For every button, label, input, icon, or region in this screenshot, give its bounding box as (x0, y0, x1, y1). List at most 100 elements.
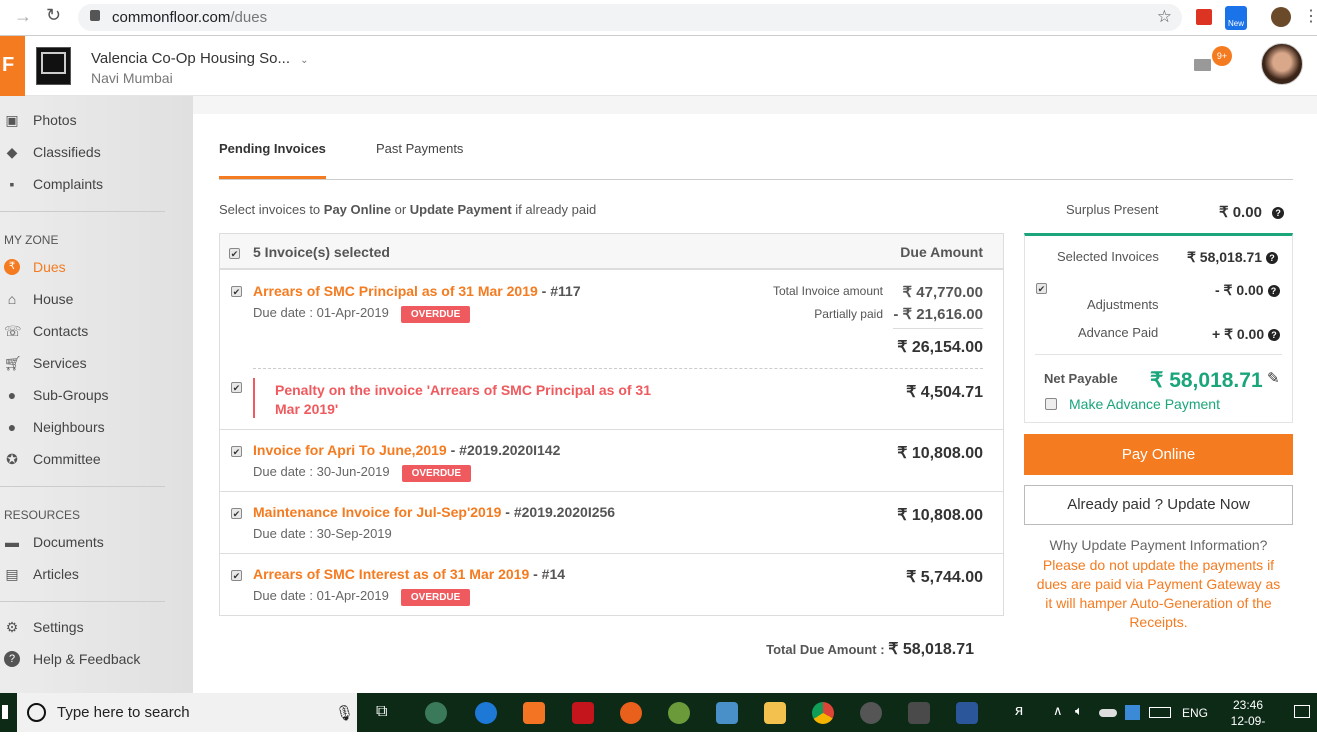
advance-paid-value: + ₹ 0.00 ? (1212, 326, 1281, 343)
extension-new-icon[interactable]: New (1225, 6, 1247, 30)
make-advance-payment-link[interactable]: Make Advance Payment (1069, 396, 1220, 412)
desktop-app-icon[interactable] (716, 702, 738, 724)
text: + ₹ 0.00 (1212, 326, 1265, 342)
windows-start-icon[interactable] (2, 705, 8, 719)
forward-icon[interactable]: → (14, 6, 32, 27)
help-icon[interactable]: ? (1267, 285, 1280, 297)
sidebar-item-settings[interactable]: ⚙ Settings (0, 615, 193, 639)
home-icon: ⌂ (7, 291, 17, 307)
select-all-checkbox[interactable]: ✔ (229, 248, 240, 259)
tab-pending-invoices[interactable]: Pending Invoices (219, 141, 326, 156)
divider (253, 368, 983, 369)
globe-app-icon[interactable] (668, 702, 690, 724)
notifications-icon[interactable] (1294, 705, 1310, 718)
tab-past-payments[interactable]: Past Payments (376, 141, 463, 156)
invoice-title[interactable]: Maintenance Invoice for Jul-Sep'2019 - #… (253, 504, 615, 520)
invoice-title[interactable]: Arrears of SMC Interest as of 31 Mar 201… (253, 566, 565, 582)
invoice-title[interactable]: Arrears of SMC Principal as of 31 Mar 20… (253, 283, 581, 299)
due-date: Due date : 30-Sep-2019 (253, 526, 392, 541)
society-selector[interactable]: Valencia Co-Op Housing So... ⌄ (91, 50, 309, 67)
profile-avatar[interactable] (1271, 7, 1291, 27)
sidebar-item-house[interactable]: ⌂ House (0, 287, 193, 311)
keyboard-icon[interactable] (1149, 707, 1171, 718)
mail-icon[interactable] (1194, 59, 1211, 71)
text: Arrears of SMC Interest as of 31 Mar 201… (253, 566, 530, 582)
microphone-icon[interactable]: 🎙︎ (335, 704, 354, 722)
invoice-checkbox[interactable]: ✔ (231, 570, 242, 581)
network-icon[interactable] (1125, 705, 1140, 720)
extension-icon[interactable] (1196, 9, 1212, 25)
atom-app-icon[interactable] (425, 702, 447, 724)
divider (1035, 354, 1282, 355)
help-icon[interactable]: ? (1272, 207, 1285, 219)
language-indicator[interactable]: ENG (1182, 706, 1208, 720)
pay-online-button[interactable]: Pay Online (1024, 434, 1293, 475)
group-icon: ● (7, 387, 17, 403)
advance-payment-checkbox[interactable] (1045, 398, 1057, 410)
filezilla-icon[interactable] (572, 702, 594, 724)
net-payable-value: ₹ 58,018.71 (1150, 369, 1263, 392)
sidebar-item-services[interactable]: 🛒︎ Services (0, 351, 193, 375)
sidebar-item-help[interactable]: ? Help & Feedback (0, 647, 193, 671)
pencil-icon[interactable]: ✎ (1267, 369, 1280, 387)
address-bar[interactable]: commonfloor.com/dues ☆ (78, 4, 1182, 31)
help-icon[interactable]: ? (1265, 252, 1278, 264)
sidebar-item-neighbours[interactable]: ● Neighbours (0, 415, 193, 439)
text: - ₹ 0.00 (1215, 282, 1264, 298)
menu-icon[interactable]: ⋮ (1303, 6, 1317, 26)
sidebar-item-sub-groups[interactable]: ● Sub-Groups (0, 383, 193, 407)
user-avatar[interactable] (1261, 43, 1303, 85)
sidebar-label: Neighbours (33, 419, 105, 435)
society-name: Valencia Co-Op Housing So... (91, 50, 290, 67)
sidebar-item-photos[interactable]: ▣ Photos (0, 108, 193, 132)
firefox-icon[interactable] (620, 702, 642, 724)
why-update-text: Why Update Payment Information? (1049, 537, 1268, 553)
sidebar-item-documents[interactable]: ▬ Documents (0, 530, 193, 554)
invoice-checkbox[interactable]: ✔ (231, 446, 242, 457)
sidebar-item-contacts[interactable]: ☏ Contacts (0, 319, 193, 343)
word-icon[interactable] (956, 702, 978, 724)
selected-invoices-label: Selected Invoices (1057, 249, 1159, 264)
divider (219, 179, 1293, 180)
reload-icon[interactable]: ↻ (46, 5, 61, 26)
sidebar-item-classifieds[interactable]: ◆ Classifieds (0, 140, 193, 164)
advance-paid-label: Advance Paid (1078, 325, 1159, 340)
help-icon[interactable]: ? (1268, 329, 1281, 341)
volume-icon[interactable]: 🔈︎ (1075, 703, 1083, 719)
task-view-icon[interactable]: ⧉ (376, 703, 387, 721)
partially-paid-amount: - ₹ 21,616.00 (893, 306, 983, 323)
chrome-icon[interactable] (812, 702, 834, 724)
edge-icon[interactable] (475, 702, 497, 724)
sidebar-label: Dues (33, 259, 66, 275)
sidebar-item-articles[interactable]: ▤ Articles (0, 562, 193, 586)
file-explorer-icon[interactable] (764, 702, 786, 724)
invoice-checkbox[interactable]: ✔ (231, 286, 242, 297)
invoice-title[interactable]: Invoice for Apri To June,2019 - #2019.20… (253, 442, 560, 458)
people-icon[interactable]: ᴙ (1015, 702, 1023, 719)
penalty-checkbox[interactable]: ✔ (231, 382, 242, 393)
update-now-button[interactable]: Already paid ? Update Now (1024, 485, 1293, 525)
invoice-number: - #117 (537, 283, 581, 299)
award-icon: ✪ (6, 451, 18, 467)
sidebar-item-complaints[interactable]: ▪ Complaints (0, 172, 193, 196)
total-due-label: Total Due Amount : (766, 642, 885, 657)
url-path: /dues (230, 9, 268, 26)
chevron-up-icon[interactable]: ∧ (1053, 703, 1063, 719)
xampp-icon[interactable] (523, 702, 545, 724)
sublime-text-icon[interactable] (908, 702, 930, 724)
invoice-checkbox[interactable]: ✔ (231, 508, 242, 519)
adjustments-checkbox[interactable]: ✔ (1036, 283, 1047, 294)
commonfloor-logo[interactable]: F (0, 36, 25, 96)
invoice-amount: ₹ 10,808.00 (897, 507, 983, 524)
app-icon[interactable] (860, 702, 882, 724)
taskbar-search[interactable]: Type here to search 🎙︎ (17, 693, 357, 732)
onedrive-icon[interactable] (1099, 709, 1117, 717)
sidebar-item-dues[interactable]: ₹ Dues (0, 255, 193, 279)
adjustments-label: Adjustments (1087, 297, 1159, 312)
gear-icon: ⚙ (5, 619, 19, 635)
star-icon[interactable]: ☆ (1157, 7, 1172, 27)
sidebar-item-committee[interactable]: ✪ Committee (0, 447, 193, 471)
selected-count: 5 Invoice(s) selected (253, 244, 390, 260)
total-invoice-amount: ₹ 47,770.00 (902, 284, 983, 301)
clock[interactable]: 23:46 12-09-2019 (1218, 697, 1278, 745)
